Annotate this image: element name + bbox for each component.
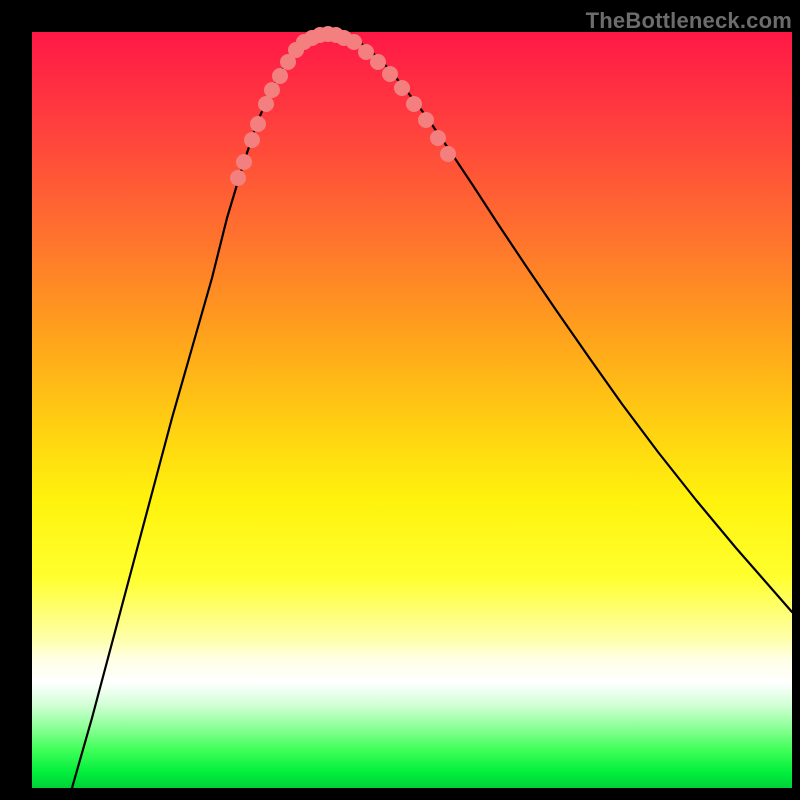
curve-markers <box>230 26 456 186</box>
curve-marker <box>382 66 398 82</box>
curve-marker <box>418 112 434 128</box>
curve-marker <box>406 96 422 112</box>
curve-marker <box>244 132 260 148</box>
curve-marker <box>250 116 266 132</box>
watermark-label: TheBottleneck.com <box>586 8 792 34</box>
curve-marker <box>394 80 410 96</box>
curve-marker <box>430 130 446 146</box>
chart-canvas: TheBottleneck.com <box>0 0 800 800</box>
curve-marker <box>258 96 274 112</box>
bottleneck-curve <box>72 33 792 788</box>
curve-marker <box>236 154 252 170</box>
curve-marker <box>272 68 288 84</box>
curve-marker <box>440 146 456 162</box>
curve-marker <box>370 54 386 70</box>
bottleneck-curve-layer <box>32 32 792 788</box>
curve-marker <box>264 82 280 98</box>
curve-marker <box>230 170 246 186</box>
